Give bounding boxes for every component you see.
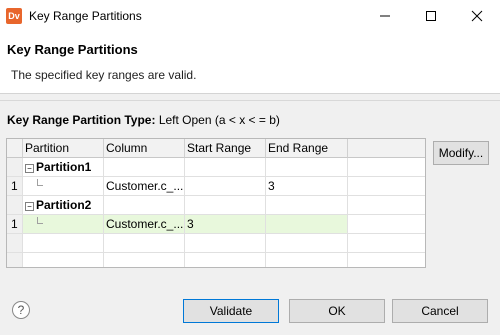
maximize-button[interactable] <box>408 0 454 32</box>
start-range-cell[interactable] <box>185 177 266 196</box>
group-filler <box>104 196 185 215</box>
row-filler <box>348 177 425 196</box>
partition-name: Partition1 <box>36 160 92 174</box>
empty-cell <box>104 234 185 253</box>
close-icon <box>471 10 483 22</box>
empty-cell <box>23 253 104 267</box>
collapse-icon[interactable]: − <box>25 202 34 211</box>
tree-connector-cell <box>23 177 104 196</box>
row-filler <box>348 215 425 234</box>
row-header-cell <box>7 158 23 177</box>
column-cell[interactable]: Customer.c_... <box>104 177 185 196</box>
column-header-end-range[interactable]: End Range <box>266 139 348 158</box>
empty-row <box>7 253 425 267</box>
column-header-filler <box>348 139 425 158</box>
group-filler <box>348 158 425 177</box>
column-header-column[interactable]: Column <box>104 139 185 158</box>
header-banner: Key Range Partitions The specified key r… <box>0 32 500 94</box>
app-logo-icon: Dv <box>6 8 22 24</box>
group-filler <box>348 196 425 215</box>
table-row-group-partition1[interactable]: − Partition1 <box>7 158 425 177</box>
end-range-cell[interactable] <box>266 215 348 234</box>
partition-type-label: Key Range Partition Type: <box>7 113 156 127</box>
validate-button[interactable]: Validate <box>183 299 279 323</box>
status-message: The specified key ranges are valid. <box>11 68 197 82</box>
tree-line-icon <box>37 217 43 224</box>
table-row-selected[interactable]: 1 Customer.c_... 3 <box>7 215 425 234</box>
collapse-icon[interactable]: − <box>25 164 34 173</box>
column-header-rownum <box>7 139 23 158</box>
table-header-row: Partition Column Start Range End Range <box>7 139 425 158</box>
empty-cell <box>266 234 348 253</box>
empty-cell <box>185 234 266 253</box>
empty-cell <box>348 234 425 253</box>
help-icon[interactable]: ? <box>12 301 30 319</box>
row-header-cell <box>7 196 23 215</box>
group-filler <box>266 158 348 177</box>
group-filler <box>185 158 266 177</box>
partition-type-value: Left Open (a < x < = b) <box>158 113 280 127</box>
row-number: 1 <box>7 215 23 234</box>
empty-cell <box>266 253 348 267</box>
empty-cell <box>23 234 104 253</box>
close-button[interactable] <box>454 0 500 32</box>
cancel-button[interactable]: Cancel <box>392 299 488 323</box>
group-cell[interactable]: − Partition2 <box>23 196 104 215</box>
empty-cell <box>104 253 185 267</box>
partitions-table[interactable]: Partition Column Start Range End Range −… <box>6 138 426 268</box>
column-cell[interactable]: Customer.c_... <box>104 215 185 234</box>
divider <box>0 100 500 101</box>
table-row-group-partition2[interactable]: − Partition2 <box>7 196 425 215</box>
tree-line-icon <box>37 179 43 186</box>
column-header-partition[interactable]: Partition <box>23 139 104 158</box>
group-filler <box>104 158 185 177</box>
empty-cell <box>185 253 266 267</box>
table-row[interactable]: 1 Customer.c_... 3 <box>7 177 425 196</box>
row-number: 1 <box>7 177 23 196</box>
modify-button[interactable]: Modify... <box>433 141 489 165</box>
ok-button[interactable]: OK <box>289 299 385 323</box>
minimize-icon <box>380 15 390 17</box>
group-filler <box>266 196 348 215</box>
start-range-cell[interactable]: 3 <box>185 215 266 234</box>
maximize-icon <box>426 11 436 21</box>
empty-row <box>7 234 425 253</box>
title-bar: Dv Key Range Partitions <box>0 0 500 32</box>
end-range-cell[interactable]: 3 <box>266 177 348 196</box>
partition-type-line: Key Range Partition Type: Left Open (a <… <box>7 113 280 127</box>
minimize-button[interactable] <box>362 0 408 32</box>
window-title: Key Range Partitions <box>29 9 142 23</box>
group-cell[interactable]: − Partition1 <box>23 158 104 177</box>
partition-name: Partition2 <box>36 198 92 212</box>
empty-cell <box>348 253 425 267</box>
tree-connector-cell <box>23 215 104 234</box>
group-filler <box>185 196 266 215</box>
column-header-start-range[interactable]: Start Range <box>185 139 266 158</box>
row-header-cell <box>7 234 23 253</box>
banner-title: Key Range Partitions <box>7 42 138 57</box>
row-header-cell <box>7 253 23 267</box>
